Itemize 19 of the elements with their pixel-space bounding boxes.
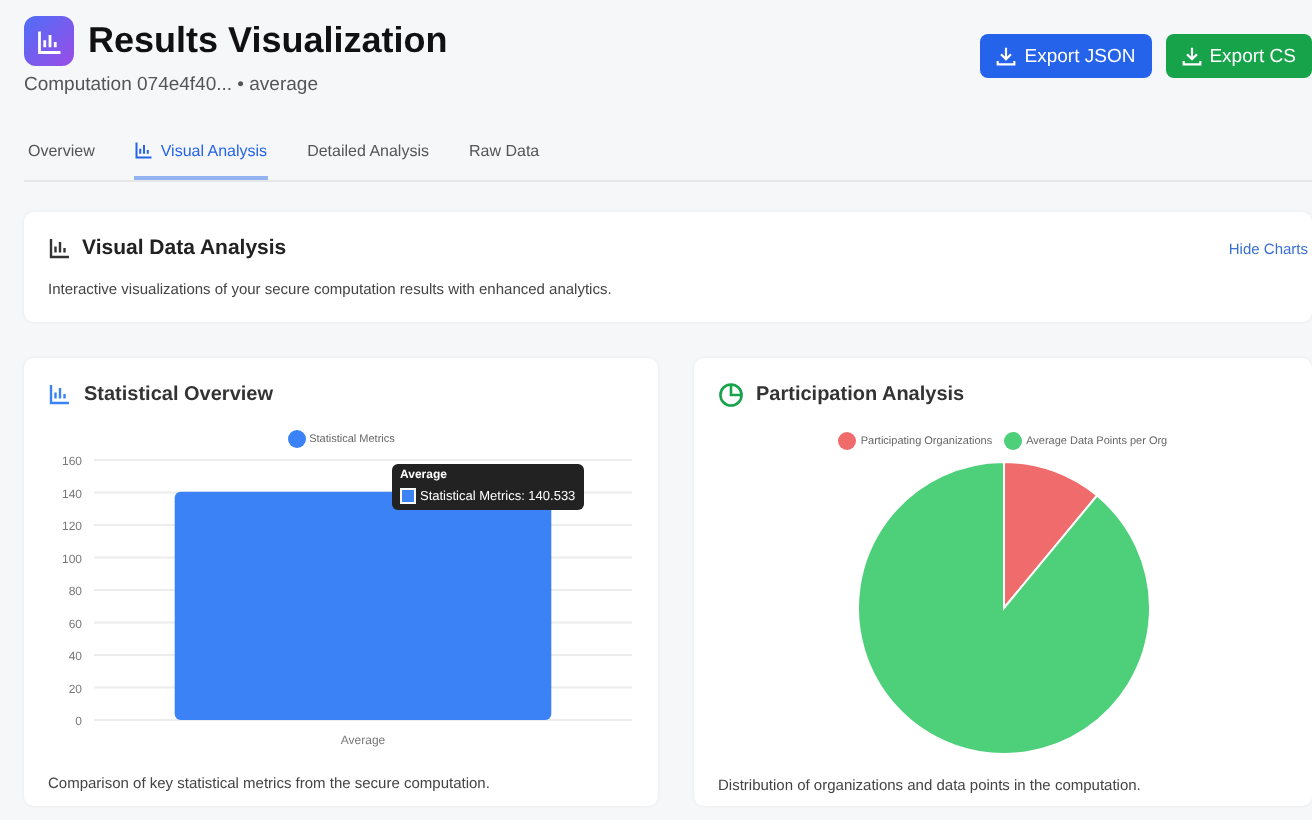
section-title: Visual Data Analysis (82, 236, 287, 260)
page-title: Results Visualization (88, 20, 448, 62)
bar-chart-icon (48, 382, 72, 406)
pie-slice[interactable] (856, 461, 1150, 755)
app-logo-icon (24, 16, 74, 66)
bar-chart-icon (48, 236, 72, 260)
export-button[interactable]: Export JSON (980, 34, 1152, 78)
download-icon (1181, 46, 1202, 66)
card-title: Statistical Overview (84, 383, 273, 405)
card-title: Participation Analysis (756, 384, 965, 406)
download-icon (996, 46, 1017, 66)
page-subtitle: Computation 074e4f40... • average (24, 74, 320, 96)
tab[interactable]: Overview (28, 140, 95, 180)
pie-chart-icon (718, 382, 744, 408)
tab[interactable]: Detailed Analysis (307, 140, 429, 180)
tab[interactable]: Visual Analysis (134, 140, 268, 180)
pie-slice[interactable] (1002, 461, 1098, 609)
tab[interactable]: Raw Data (468, 140, 540, 180)
export-button[interactable]: Export CS (1165, 34, 1312, 78)
